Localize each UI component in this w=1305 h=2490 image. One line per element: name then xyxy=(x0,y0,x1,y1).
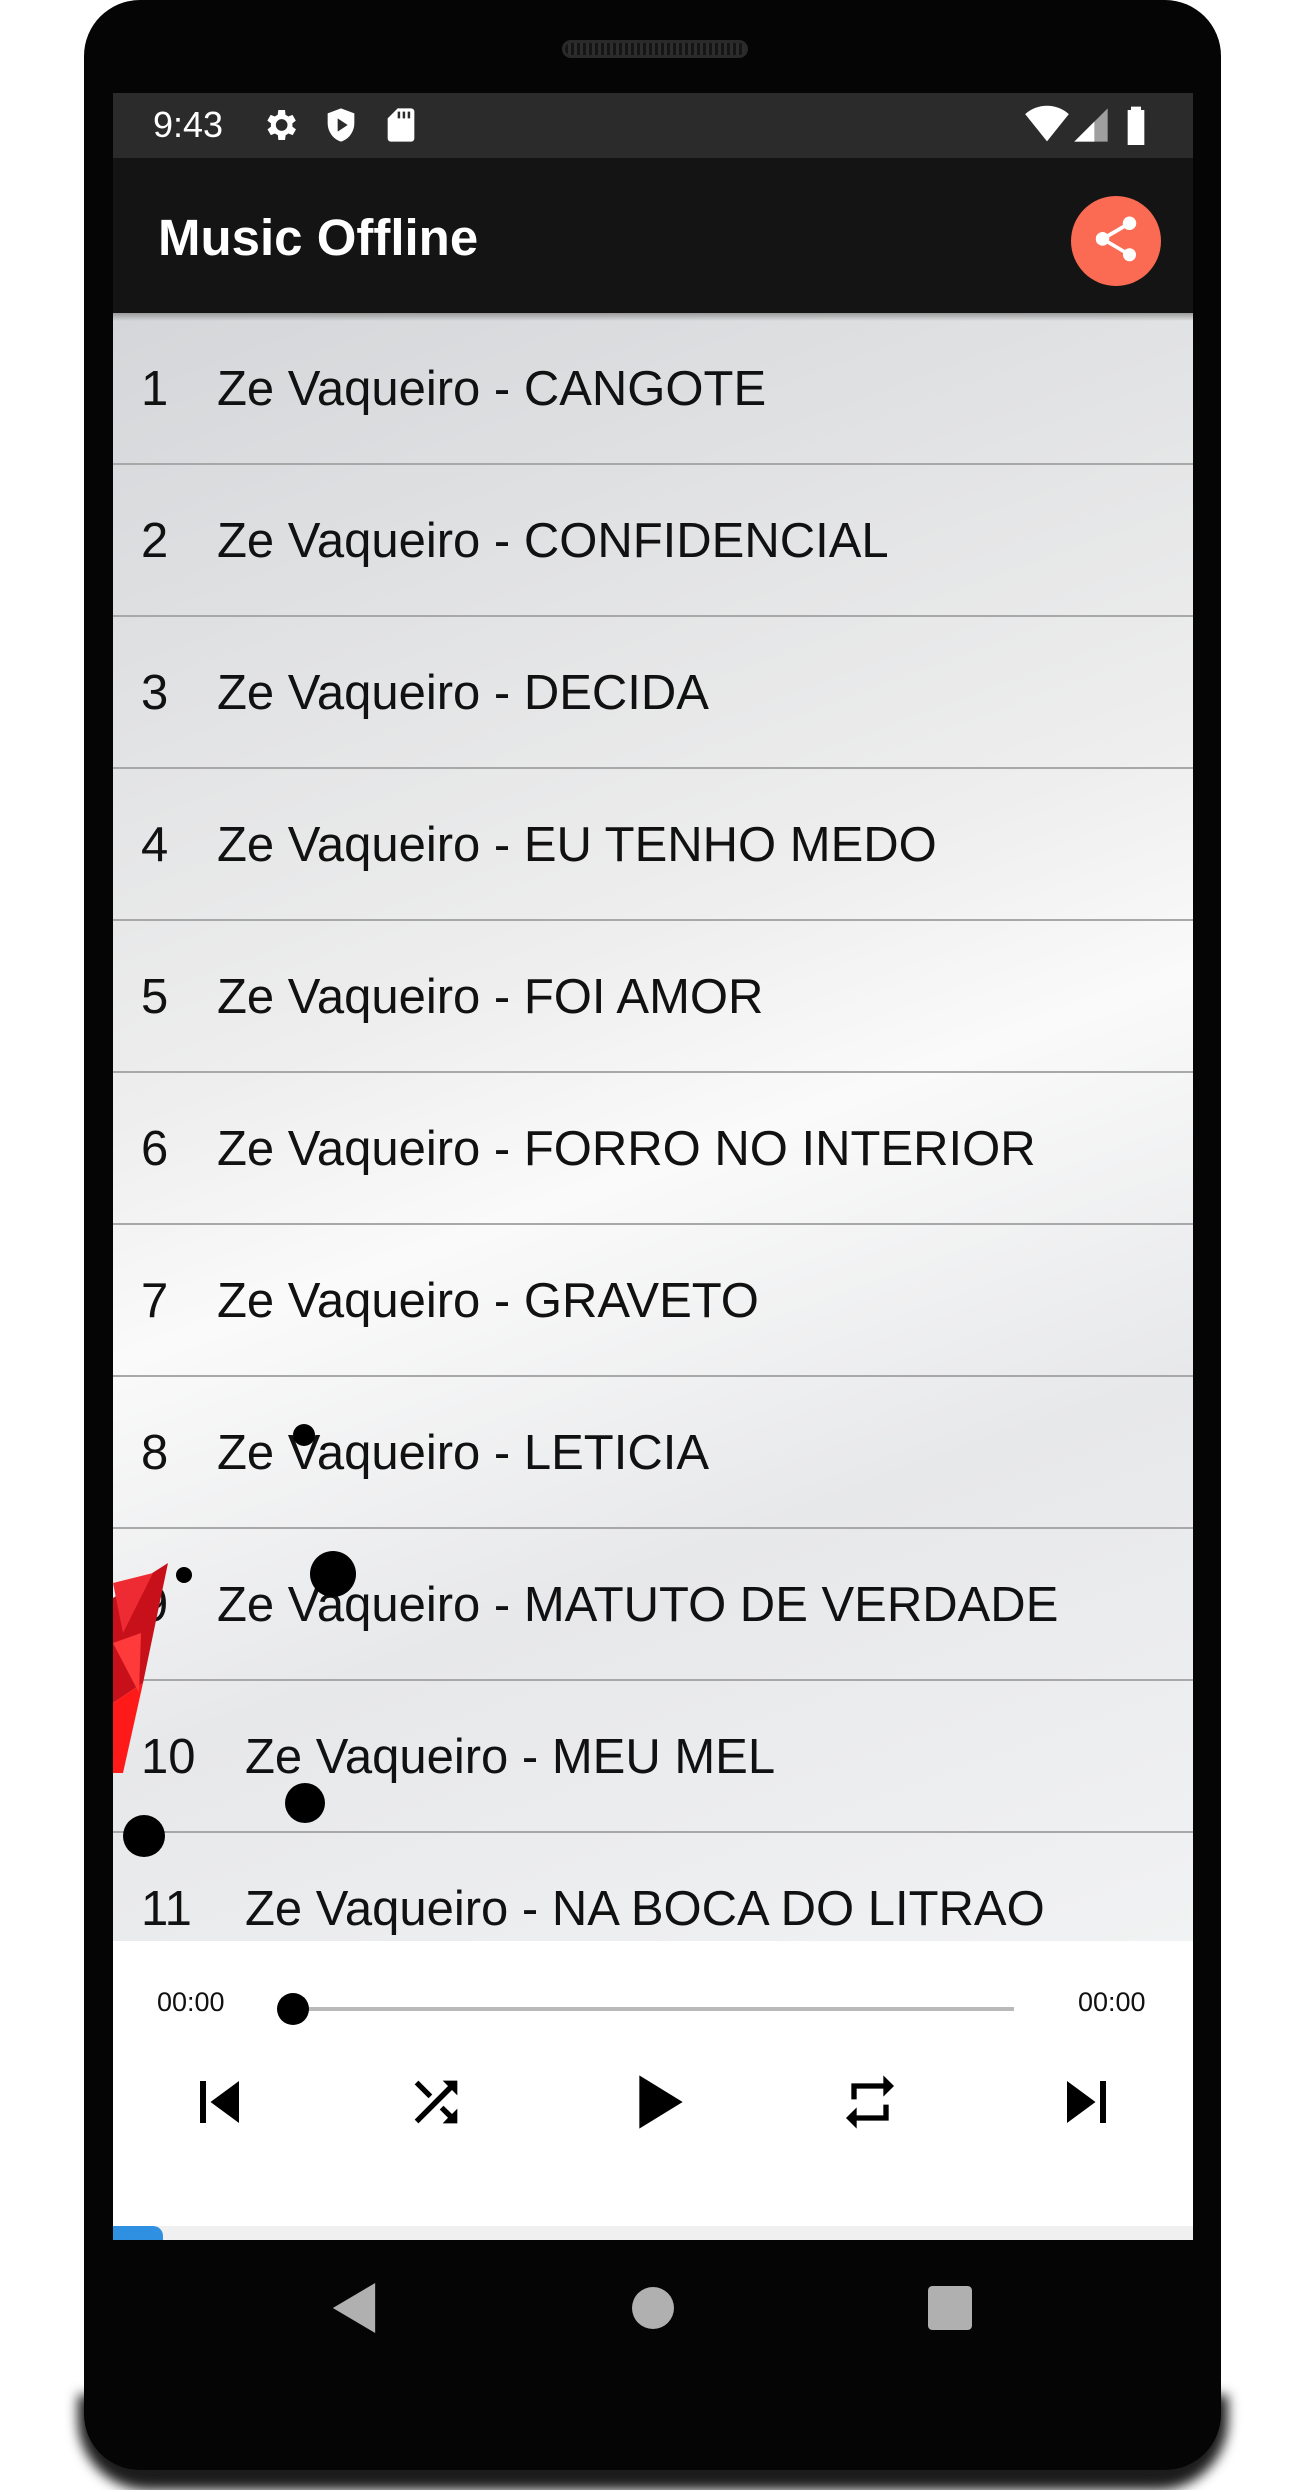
app-title: Music Offline xyxy=(158,209,479,266)
red-polygon-decoration xyxy=(113,1563,168,1773)
song-number: 3 xyxy=(141,666,169,720)
music-player: 00:00 00:00 xyxy=(113,1941,1193,2240)
back-button[interactable] xyxy=(324,2280,384,2340)
song-number: 1 xyxy=(141,362,169,416)
play-button[interactable] xyxy=(611,2059,701,2149)
song-number: 4 xyxy=(141,818,169,872)
seek-thumb[interactable] xyxy=(277,1993,309,2025)
song-title: Ze Vaqueiro - DECIDA xyxy=(217,666,709,720)
play-icon xyxy=(616,2062,696,2147)
share-button[interactable] xyxy=(1071,196,1161,286)
repeat-icon xyxy=(838,2070,902,2139)
song-title: Ze Vaqueiro - FORRO NO INTERIOR xyxy=(217,1122,1036,1176)
duration-time: 00:00 xyxy=(1078,1987,1146,2017)
status-bar: 9:43 xyxy=(113,93,1193,158)
song-title: Ze Vaqueiro - EU TENHO MEDO xyxy=(217,818,937,872)
song-title: Ze Vaqueiro - GRAVETO xyxy=(217,1274,759,1328)
sd-card-icon xyxy=(381,105,421,145)
song-number: 2 xyxy=(141,514,169,568)
decoration-dot xyxy=(123,1815,165,1857)
ad-banner-logo xyxy=(113,2226,163,2240)
decoration-dot xyxy=(285,1783,325,1823)
home-button[interactable] xyxy=(623,2280,683,2340)
list-item[interactable]: 1 Ze Vaqueiro - CANGOTE xyxy=(113,313,1193,465)
song-title: Ze Vaqueiro - LETICIA xyxy=(217,1426,710,1480)
song-title: Ze Vaqueiro - NA BOCA DO LITRAO xyxy=(245,1882,1045,1936)
home-icon xyxy=(632,2286,674,2334)
shuffle-button[interactable] xyxy=(391,2059,481,2149)
list-item[interactable]: 5 Ze Vaqueiro - FOI AMOR xyxy=(113,921,1193,1073)
list-item[interactable]: 6 Ze Vaqueiro - FORRO NO INTERIOR xyxy=(113,1073,1193,1225)
navigation-bar xyxy=(84,2240,1221,2380)
song-number: 8 xyxy=(141,1426,169,1480)
song-title: Ze Vaqueiro - CANGOTE xyxy=(217,362,767,416)
share-icon xyxy=(1089,212,1143,271)
song-list[interactable]: 1 Ze Vaqueiro - CANGOTE 2 Ze Vaqueiro - … xyxy=(113,313,1193,1941)
skip-next-icon xyxy=(1052,2066,1124,2143)
list-item[interactable]: 10 Ze Vaqueiro - MEU MEL xyxy=(113,1681,1193,1833)
phone-frame: 9:43 Music Offline 1 Ze Vaqueiro - CANGO… xyxy=(84,0,1221,2470)
song-number: 11 xyxy=(141,1882,192,1936)
list-item[interactable]: 8 Ze Vaqueiro - LETICIA xyxy=(113,1377,1193,1529)
recents-button[interactable] xyxy=(920,2280,980,2340)
list-item[interactable]: 7 Ze Vaqueiro - GRAVETO xyxy=(113,1225,1193,1377)
gear-icon xyxy=(260,105,300,145)
shuffle-icon xyxy=(404,2070,468,2139)
battery-icon xyxy=(1121,105,1161,145)
decoration-dot xyxy=(176,1567,192,1583)
ad-banner-strip[interactable] xyxy=(113,2226,1193,2240)
decoration-dot xyxy=(310,1551,356,1597)
song-title: Ze Vaqueiro - CONFIDENCIAL xyxy=(217,514,889,568)
seek-bar[interactable] xyxy=(293,2007,1014,2011)
song-number: 5 xyxy=(141,970,169,1024)
list-item[interactable]: 9 Ze Vaqueiro - MATUTO DE VERDADE xyxy=(113,1529,1193,1681)
speaker-grille xyxy=(562,40,748,58)
song-title: Ze Vaqueiro - MEU MEL xyxy=(245,1730,776,1784)
status-time: 9:43 xyxy=(153,104,224,145)
recents-icon xyxy=(928,2285,972,2335)
screen: 9:43 Music Offline 1 Ze Vaqueiro - CANGO… xyxy=(113,93,1193,2240)
repeat-button[interactable] xyxy=(825,2059,915,2149)
skip-previous-icon xyxy=(182,2066,254,2143)
song-title: Ze Vaqueiro - FOI AMOR xyxy=(217,970,764,1024)
app-bar: Music Offline xyxy=(113,158,1193,313)
decoration-dot xyxy=(293,1424,315,1446)
song-number: 7 xyxy=(141,1274,169,1328)
app-bar-shadow xyxy=(113,313,1193,321)
song-number: 6 xyxy=(141,1122,169,1176)
wifi-icon xyxy=(1025,105,1069,145)
list-item[interactable]: 3 Ze Vaqueiro - DECIDA xyxy=(113,617,1193,769)
previous-button[interactable] xyxy=(173,2059,263,2149)
elapsed-time: 00:00 xyxy=(157,1987,225,2017)
list-item[interactable]: 2 Ze Vaqueiro - CONFIDENCIAL xyxy=(113,465,1193,617)
list-item[interactable]: 4 Ze Vaqueiro - EU TENHO MEDO xyxy=(113,769,1193,921)
cell-signal-icon xyxy=(1071,105,1111,145)
list-item[interactable]: 11 Ze Vaqueiro - NA BOCA DO LITRAO xyxy=(113,1833,1193,1941)
back-icon xyxy=(332,2282,376,2338)
shield-play-icon xyxy=(321,105,361,145)
next-button[interactable] xyxy=(1043,2059,1133,2149)
